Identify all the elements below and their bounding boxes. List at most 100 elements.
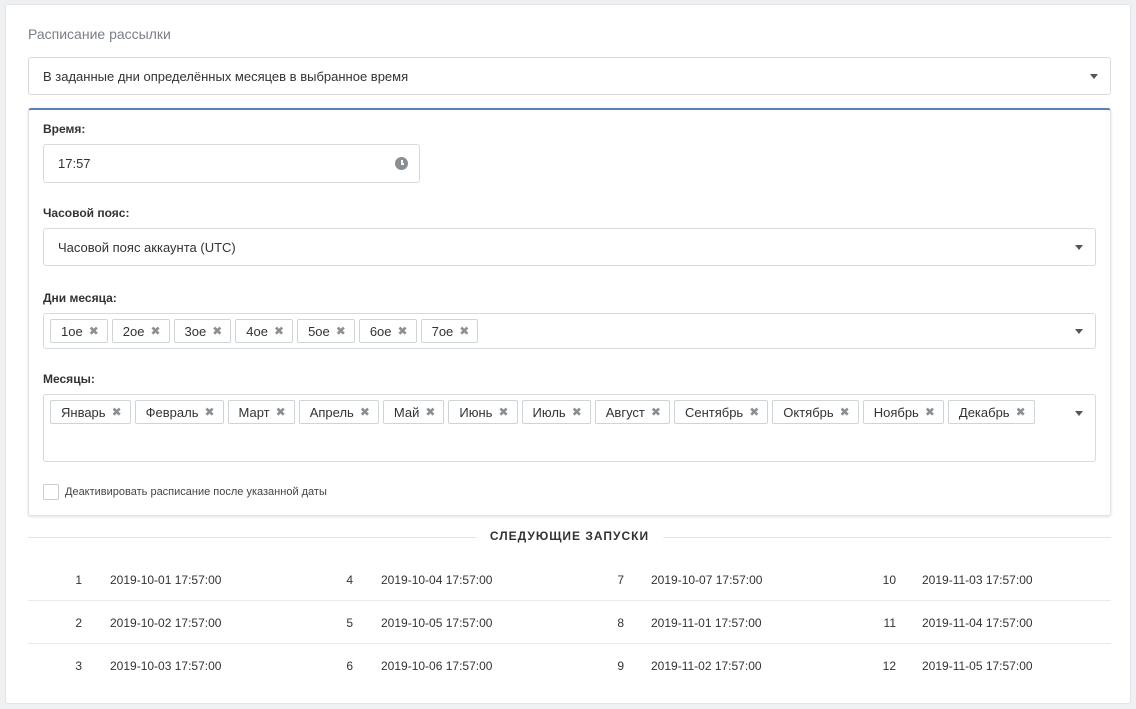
- run-date: 2019-10-06 17:57:00: [381, 659, 493, 673]
- day-tag: 5ое ✖: [297, 319, 355, 343]
- run-date: 2019-10-01 17:57:00: [110, 573, 222, 587]
- month-tag-label: Ноябрь: [873, 404, 919, 420]
- month-tag-label: Январь: [61, 404, 106, 420]
- month-tag: Июль ✖: [521, 400, 591, 424]
- remove-tag-icon[interactable]: ✖: [498, 406, 508, 418]
- remove-tag-icon[interactable]: ✖: [459, 325, 469, 337]
- month-tag: Декабрь ✖: [947, 400, 1035, 424]
- run-number: 8: [617, 616, 624, 630]
- clock-icon[interactable]: [395, 157, 408, 170]
- month-tag-label: Июнь: [459, 404, 493, 420]
- next-runs-heading: СЛЕДУЮЩИЕ ЗАПУСКИ: [28, 529, 1111, 544]
- time-value: 17:57: [58, 156, 91, 171]
- day-tag: 7ое ✖: [420, 319, 479, 343]
- deactivate-row[interactable]: Деактивировать расписание после указанно…: [43, 484, 327, 500]
- months-label: Месяцы:: [43, 372, 95, 386]
- table-row: 1 2019-10-01 17:57:00 4 2019-10-04 17:57:00…: [28, 558, 1111, 601]
- month-tag: Январь ✖: [50, 400, 131, 424]
- month-tag: Февраль ✖: [134, 400, 224, 424]
- timezone-label: Часовой пояс:: [43, 206, 130, 220]
- remove-tag-icon[interactable]: ✖: [112, 406, 122, 418]
- remove-tag-icon[interactable]: ✖: [276, 406, 286, 418]
- run-number: 2: [75, 616, 82, 630]
- month-tag-label: Октябрь: [783, 404, 834, 420]
- time-input[interactable]: 17:57: [43, 144, 420, 183]
- month-tag-label: Апрель: [309, 404, 354, 420]
- day-tag-label: 3ое: [184, 323, 207, 339]
- run-number: 7: [617, 573, 624, 587]
- schedule-mode-value: В заданные дни определённых месяцев в вы…: [43, 68, 409, 84]
- month-tag-label: Март: [238, 404, 270, 420]
- remove-tag-icon[interactable]: ✖: [651, 406, 661, 418]
- section-title: Расписание рассылки: [28, 26, 171, 42]
- remove-tag-icon[interactable]: ✖: [212, 325, 222, 337]
- chevron-down-icon: [1090, 74, 1098, 79]
- month-tag: Август ✖: [594, 400, 670, 424]
- remove-tag-icon[interactable]: ✖: [336, 325, 346, 337]
- remove-tag-icon[interactable]: ✖: [425, 406, 435, 418]
- run-number: 4: [346, 573, 353, 587]
- timezone-value: Часовой пояс аккаунта (UTC): [58, 239, 236, 255]
- days-multiselect[interactable]: 1ое ✖ 2ое ✖ 3ое ✖ 4ое ✖ 5ое ✖ 6ое ✖ 7ое ✖: [43, 313, 1096, 349]
- remove-tag-icon[interactable]: ✖: [150, 325, 160, 337]
- next-runs-table: 1 2019-10-01 17:57:00 4 2019-10-04 17:57:00…: [28, 558, 1111, 686]
- run-date: 2019-11-04 17:57:00: [922, 616, 1033, 630]
- run-date: 2019-11-02 17:57:00: [651, 659, 762, 673]
- day-tag: 4ое ✖: [235, 319, 294, 343]
- day-tag: 3ое ✖: [173, 319, 232, 343]
- remove-tag-icon[interactable]: ✖: [572, 406, 582, 418]
- month-tag-label: Май: [393, 404, 420, 420]
- schedule-settings-panel: Время: 17:57 Часовой пояс: Часовой пояс …: [28, 108, 1111, 516]
- day-tag-label: 2ое: [122, 323, 145, 339]
- next-runs-title: СЛЕДУЮЩИЕ ЗАПУСКИ: [475, 529, 664, 543]
- month-tag-label: Февраль: [145, 404, 199, 420]
- deactivate-label: Деактивировать расписание после указанно…: [65, 486, 327, 498]
- month-tag: Ноябрь ✖: [862, 400, 944, 424]
- run-date: 2019-10-03 17:57:00: [110, 659, 222, 673]
- remove-tag-icon[interactable]: ✖: [840, 406, 850, 418]
- day-tag-label: 6ое: [369, 323, 392, 339]
- run-number: 11: [883, 616, 896, 630]
- run-date: 2019-10-07 17:57:00: [651, 573, 763, 587]
- remove-tag-icon[interactable]: ✖: [204, 406, 214, 418]
- days-label: Дни месяца:: [43, 291, 117, 305]
- run-date: 2019-11-05 17:57:00: [922, 659, 1033, 673]
- remove-tag-icon[interactable]: ✖: [749, 406, 759, 418]
- run-number: 5: [346, 616, 353, 630]
- month-tag: Март ✖: [227, 400, 295, 424]
- remove-tag-icon[interactable]: ✖: [274, 325, 284, 337]
- month-tag-label: Сентябрь: [684, 404, 744, 420]
- run-date: 2019-11-01 17:57:00: [651, 616, 762, 630]
- timezone-select[interactable]: Часовой пояс аккаунта (UTC): [43, 228, 1096, 266]
- run-date: 2019-10-05 17:57:00: [381, 616, 493, 630]
- remove-tag-icon[interactable]: ✖: [925, 406, 935, 418]
- chevron-down-icon: [1075, 245, 1083, 250]
- remove-tag-icon[interactable]: ✖: [360, 406, 370, 418]
- month-tag-label: Июль: [532, 404, 566, 420]
- time-label: Время:: [43, 122, 86, 136]
- remove-tag-icon[interactable]: ✖: [1016, 406, 1026, 418]
- remove-tag-icon[interactable]: ✖: [89, 325, 99, 337]
- month-tag: Июнь ✖: [448, 400, 518, 424]
- deactivate-checkbox[interactable]: [43, 484, 59, 500]
- schedule-mode-select[interactable]: В заданные дни определённых месяцев в вы…: [28, 57, 1111, 95]
- chevron-down-icon: [1075, 329, 1083, 334]
- table-row: 2 2019-10-02 17:57:00 5 2019-10-05 17:57:00…: [28, 601, 1111, 644]
- month-tag: Апрель ✖: [298, 400, 379, 424]
- table-row: 3 2019-10-03 17:57:00 6 2019-10-06 17:57:00…: [28, 644, 1111, 686]
- day-tag: 2ое ✖: [111, 319, 170, 343]
- day-tag-label: 5ое: [308, 323, 330, 339]
- run-number: 10: [882, 573, 896, 587]
- day-tag-label: 4ое: [246, 323, 268, 339]
- run-number: 6: [346, 659, 353, 673]
- month-tag: Сентябрь ✖: [673, 400, 769, 424]
- remove-tag-icon[interactable]: ✖: [398, 325, 408, 337]
- month-tag-label: Август: [605, 404, 645, 420]
- run-date: 2019-10-02 17:57:00: [110, 616, 222, 630]
- run-date: 2019-10-04 17:57:00: [381, 573, 493, 587]
- month-tag: Октябрь ✖: [772, 400, 859, 424]
- day-tag: 6ое ✖: [358, 319, 417, 343]
- run-number: 3: [75, 659, 82, 673]
- month-tag-label: Декабрь: [958, 404, 1010, 420]
- months-multiselect[interactable]: Январь ✖ Февраль ✖ Март ✖ Апрель ✖ Май ✖ Июнь ✖ Июль…: [43, 394, 1096, 462]
